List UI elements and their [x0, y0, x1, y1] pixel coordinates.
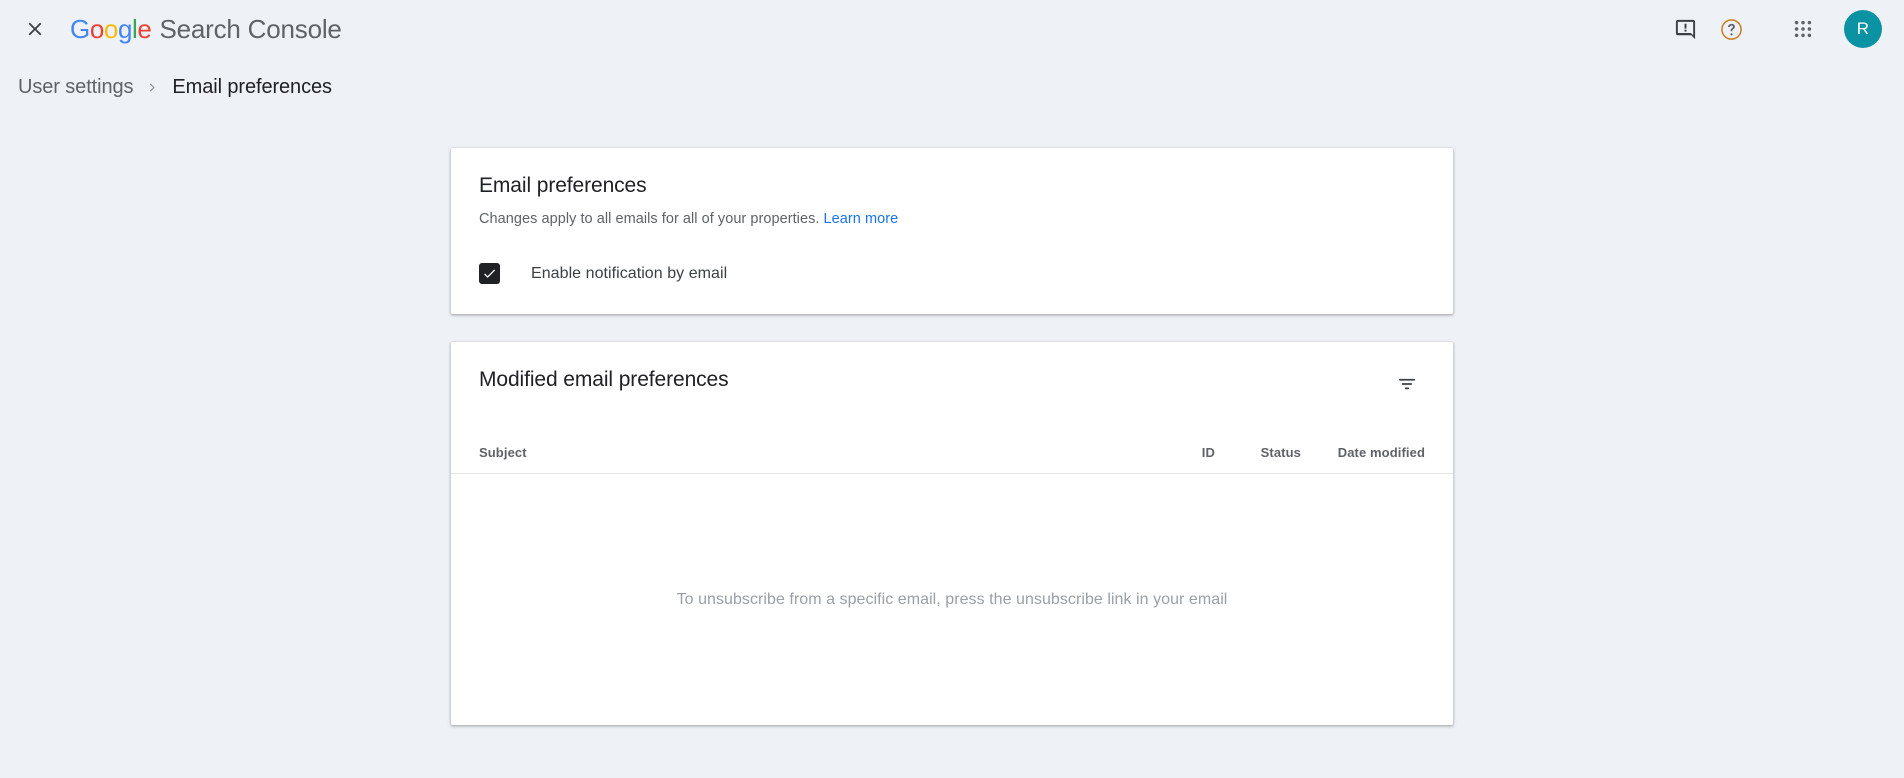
logo-letter-5: e — [137, 14, 151, 44]
google-apps-button[interactable] — [1780, 6, 1826, 52]
help-button[interactable] — [1708, 6, 1754, 52]
close-button[interactable] — [18, 12, 52, 46]
feedback-button[interactable] — [1662, 6, 1708, 52]
logo-letter-0: G — [70, 14, 90, 44]
topbar-actions: R — [1662, 6, 1882, 52]
enable-notification-checkbox[interactable] — [479, 263, 500, 284]
page-title: Email preferences — [479, 174, 1425, 198]
filter-icon — [1396, 373, 1418, 395]
breadcrumb-item-user-settings[interactable]: User settings — [18, 76, 133, 99]
learn-more-link[interactable]: Learn more — [824, 211, 899, 227]
avatar[interactable]: R — [1844, 10, 1882, 48]
column-header-date-modified[interactable]: Date modified — [1301, 445, 1425, 473]
close-icon — [24, 18, 46, 40]
main-content: Email preferences Changes apply to all e… — [0, 110, 1904, 725]
filter-button[interactable] — [1387, 364, 1427, 404]
enable-notification-row[interactable]: Enable notification by email — [479, 263, 1425, 284]
feedback-icon — [1674, 18, 1697, 41]
column-header-status[interactable]: Status — [1215, 445, 1301, 473]
enable-notification-label[interactable]: Enable notification by email — [531, 265, 727, 283]
product-name: Search Console — [159, 14, 341, 45]
checkmark-icon — [482, 266, 497, 281]
description-text: Changes apply to all emails for all of y… — [479, 211, 819, 227]
google-logo: Google — [70, 14, 151, 45]
email-preferences-description: Changes apply to all emails for all of y… — [479, 211, 1425, 227]
modified-preferences-title: Modified email preferences — [479, 368, 729, 392]
breadcrumb-item-email-preferences: Email preferences — [172, 76, 331, 99]
modified-preferences-empty-state: To unsubscribe from a specific email, pr… — [451, 474, 1453, 725]
column-header-subject[interactable]: Subject — [479, 445, 1153, 473]
help-icon — [1719, 17, 1744, 42]
logo-letter-3: g — [118, 14, 132, 44]
email-preferences-card: Email preferences Changes apply to all e… — [451, 148, 1453, 314]
brand[interactable]: Google Search Console — [70, 14, 342, 45]
column-header-id[interactable]: ID — [1153, 445, 1215, 473]
top-app-bar: Google Search Console — [0, 0, 1904, 58]
modified-preferences-table-header: Subject ID Status Date modified — [451, 404, 1453, 474]
logo-letter-1: o — [90, 14, 104, 44]
breadcrumb-separator-icon — [146, 81, 159, 94]
email-preferences-card-body: Email preferences Changes apply to all e… — [451, 148, 1453, 314]
modified-card-header: Modified email preferences — [451, 342, 1453, 404]
logo-letter-2: o — [104, 14, 118, 44]
breadcrumb: User settings Email preferences — [0, 58, 1904, 110]
google-apps-icon — [1792, 18, 1814, 40]
modified-email-preferences-card: Modified email preferences Subject ID St… — [451, 342, 1453, 725]
